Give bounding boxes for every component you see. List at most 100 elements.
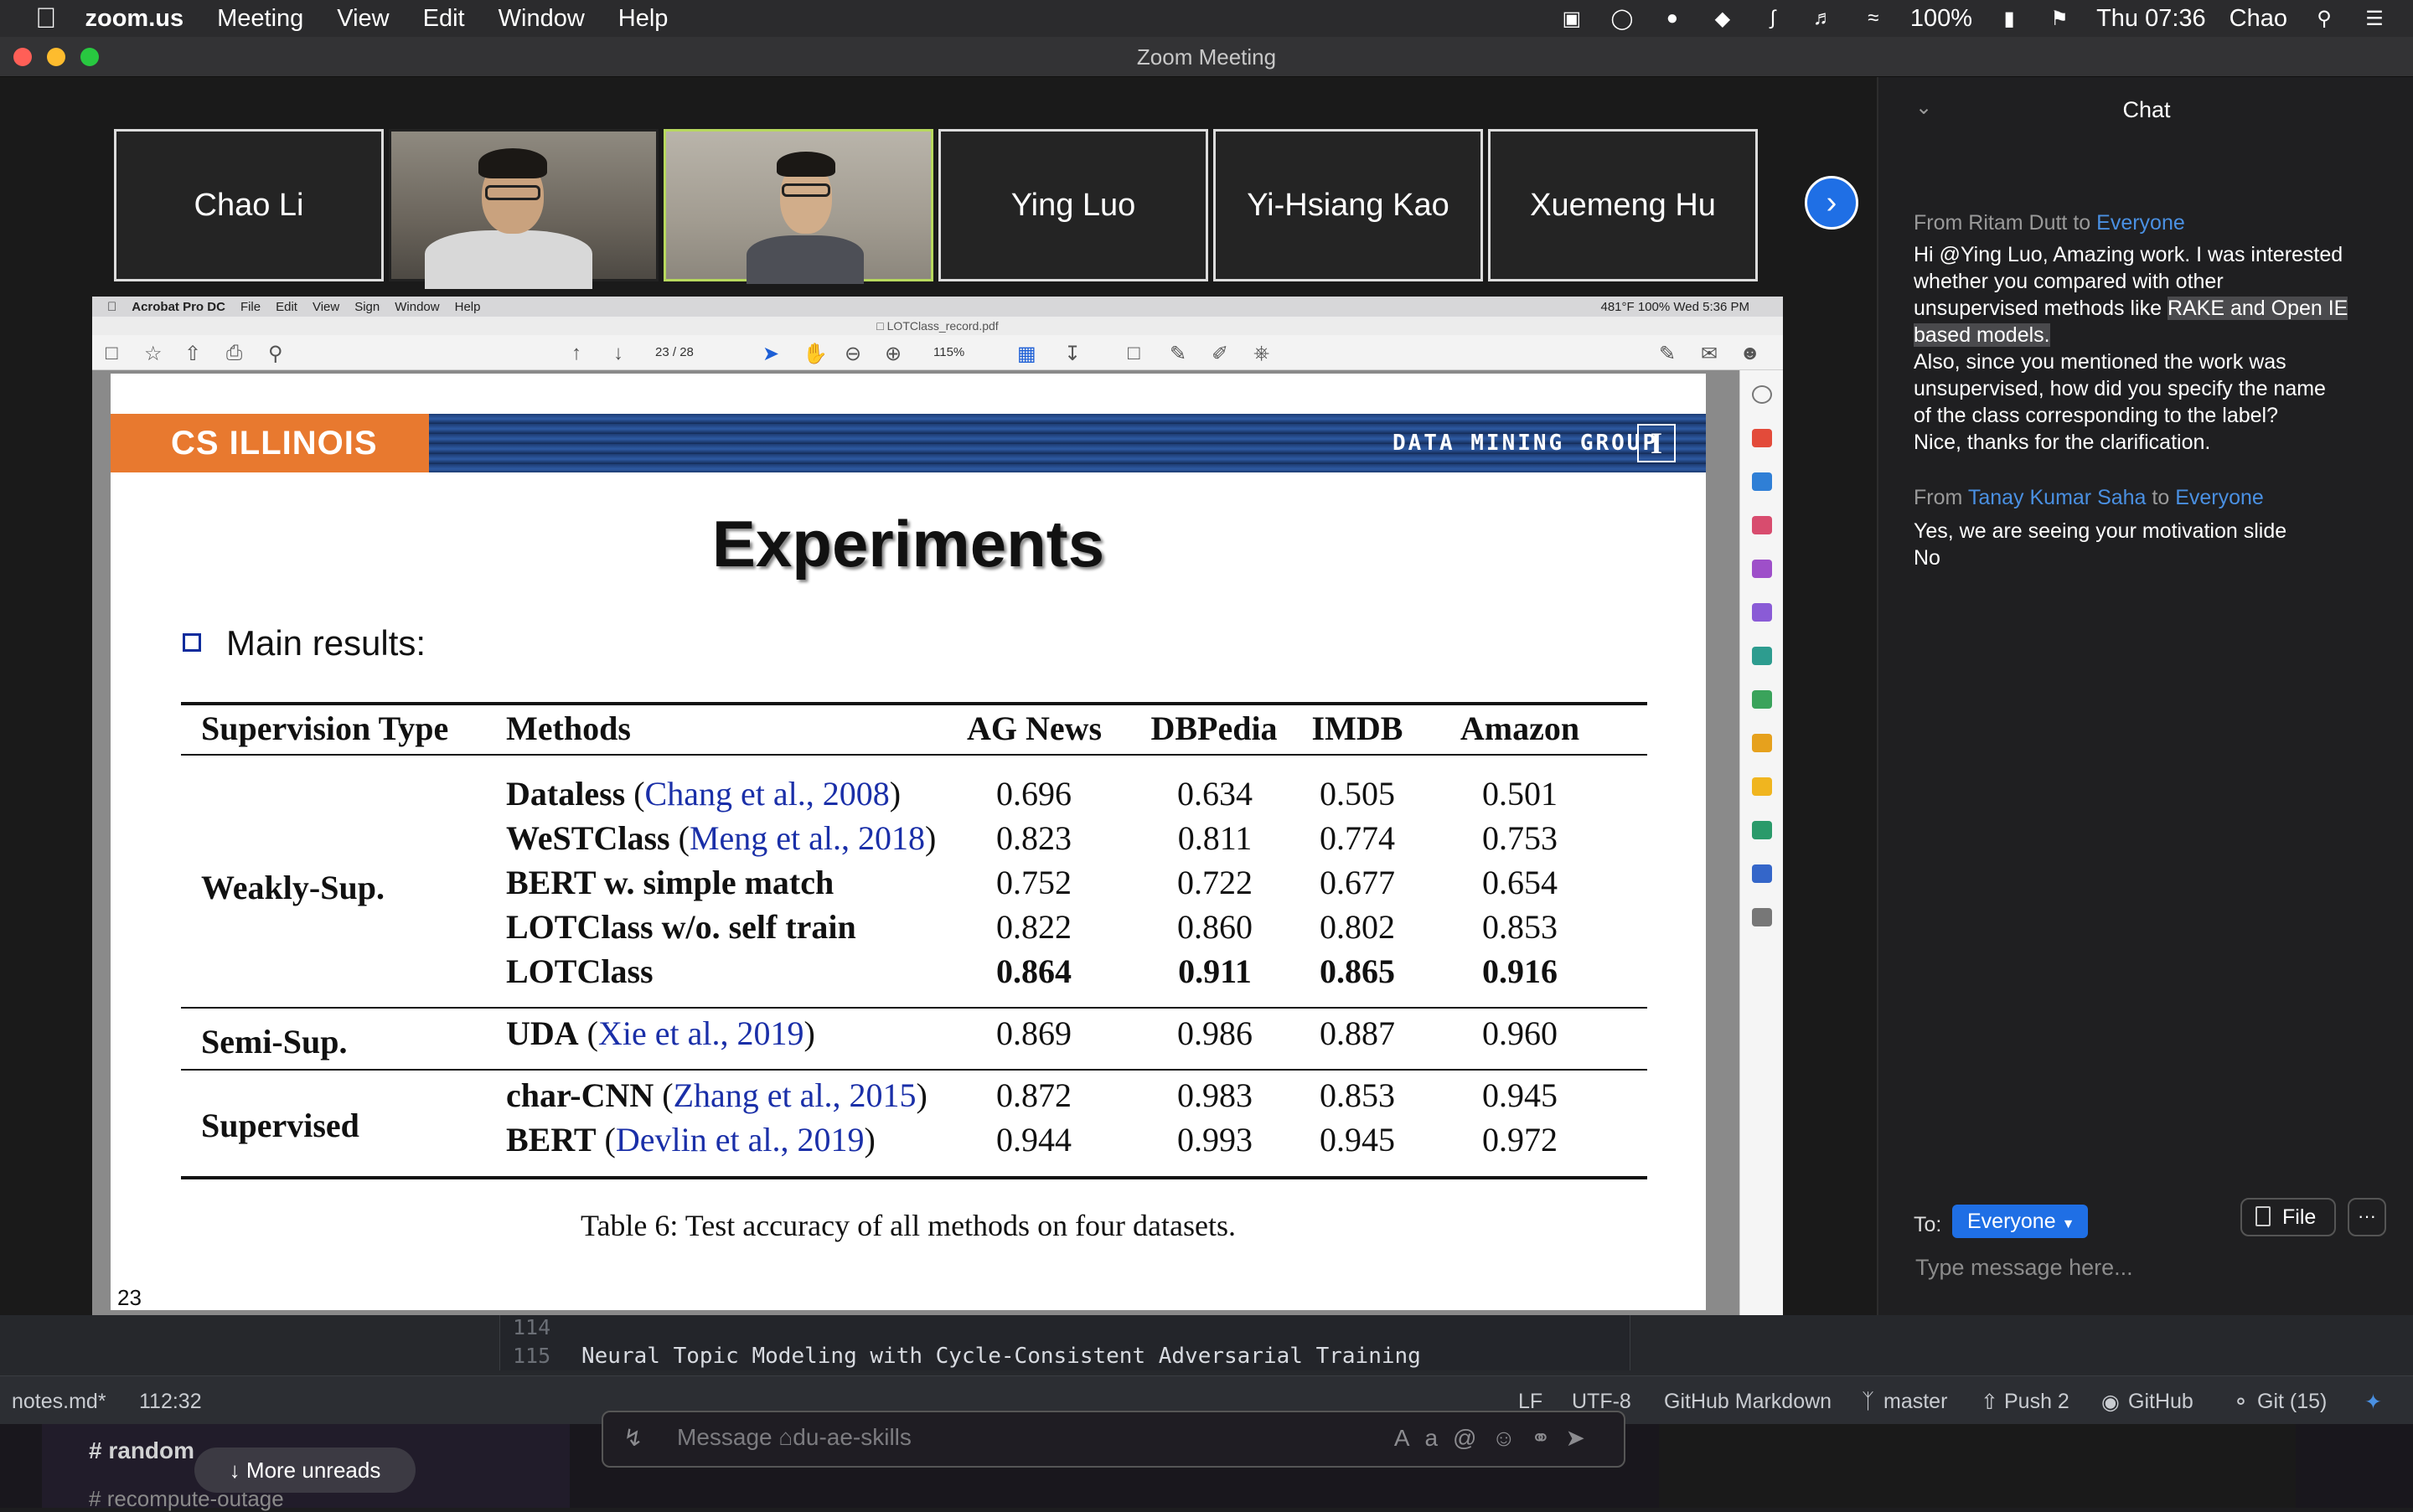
table-header: AG News (967, 710, 1103, 747)
menu-app-name[interactable]: zoom.us (85, 5, 184, 33)
sign-icon: ✐ (1212, 343, 1229, 365)
volume-icon[interactable]: ♬ (1810, 7, 1837, 29)
value-cell: 0.822 (996, 908, 1072, 946)
participant-video-tile[interactable] (389, 129, 659, 289)
menu-meeting[interactable]: Meeting (217, 5, 303, 33)
method-name: BERT (506, 1121, 597, 1159)
battery-icon[interactable]: ▮ (1996, 8, 2023, 30)
citation: Zhang et al., 2015 (673, 1076, 917, 1114)
status-cursor[interactable]: 112:32 (139, 1390, 202, 1414)
chat-line: whether you compared with other (1914, 270, 2224, 293)
window-title: Zoom Meeting (1136, 44, 1277, 70)
tool-annotate-icon (1752, 777, 1772, 796)
slack-composer[interactable]: ↯ Message ⌂du-ae-skills Aa@☺⚭➤ (602, 1411, 1625, 1468)
status-github[interactable]: GitHub (2128, 1390, 2193, 1414)
tool-protect-icon (1752, 864, 1772, 883)
tool-export-pdf-icon (1752, 472, 1772, 491)
value-cell: 0.972 (1482, 1121, 1558, 1159)
value-cell: 0.960 (1482, 1014, 1558, 1052)
window-titlebar: Zoom Meeting (0, 37, 2413, 77)
shield-icon[interactable]: ◆ (1709, 8, 1736, 30)
value-cell-best: 0.911 (1178, 952, 1252, 990)
menu-help[interactable]: Help (618, 5, 669, 33)
method-cell: WeSTClass (Meng et al., 2018) (506, 819, 937, 857)
more-options-button[interactable]: ··· (2348, 1198, 2386, 1236)
table-header-rule (181, 754, 1647, 756)
group-label: Weakly-Sup. (201, 869, 385, 906)
shared-macos-menubar:  Acrobat Pro DC File Edit View Sign Win… (92, 297, 1783, 317)
value-cell: 0.753 (1482, 819, 1558, 857)
code-line[interactable]: Neural Topic Modeling with Cycle-Consist… (581, 1344, 1421, 1369)
value-cell-best: 0.916 (1482, 952, 1558, 990)
value-cell: 0.853 (1320, 1076, 1395, 1114)
recipient-dropdown[interactable]: Everyone ▼ (1952, 1205, 2088, 1238)
bluetooth-icon[interactable]: ∫ (1759, 7, 1786, 29)
status-file[interactable]: notes.md* (12, 1390, 106, 1414)
chat-message-input[interactable] (1915, 1250, 2385, 1285)
dollar-circle-icon[interactable]: ◯ (1609, 8, 1635, 30)
user-name[interactable]: Chao (2230, 5, 2287, 33)
participant-video-tile-active[interactable] (664, 129, 933, 284)
file-button[interactable]: File (2240, 1198, 2336, 1236)
video-glasses (782, 183, 830, 197)
close-window-button[interactable] (13, 48, 32, 66)
sender-name: Tanay Kumar Saha (1967, 486, 2147, 509)
table-header: Methods (506, 710, 631, 747)
status-push[interactable]: Push 2 (2004, 1390, 2069, 1414)
status-grammar[interactable]: GitHub Markdown (1664, 1390, 1832, 1414)
recipient-value: Everyone (1967, 1210, 2056, 1233)
mask-icon[interactable]: ● (1659, 7, 1686, 29)
citation: Devlin et al., 2019 (615, 1121, 865, 1159)
more-unreads-button[interactable]: ↓ More unreads (194, 1447, 416, 1493)
chevron-right-icon: › (1826, 184, 1837, 220)
control-center-icon[interactable]: ☰ (2361, 8, 2388, 30)
input-source-flag-icon[interactable]: ⚑ (2046, 8, 2073, 30)
method-name: char-CNN (506, 1076, 654, 1114)
shared-screen[interactable]:  Acrobat Pro DC File Edit View Sign Win… (92, 297, 1783, 1352)
menu-edit[interactable]: Edit (423, 5, 465, 33)
participant-tile[interactable]: Ying Luo (938, 129, 1208, 281)
status-branch[interactable]: master (1883, 1390, 1947, 1414)
spotlight-search-icon[interactable]: ⚲ (2311, 8, 2338, 30)
value-cell: 0.887 (1320, 1014, 1395, 1052)
banner-group-name: DATA MINING GROUP (1393, 431, 1659, 456)
bird-icon: ✦ (2364, 1391, 2382, 1414)
share-icon: ⎈ (1253, 342, 1270, 364)
method-name: WeSTClass (506, 819, 670, 857)
value-cell: 0.677 (1320, 864, 1395, 901)
next-page-participants-button[interactable]: › (1805, 176, 1858, 230)
zoom-window: Zoom Meeting Chao Li Ying Luo Yi-Hsiang … (0, 37, 2413, 1352)
wifi-icon[interactable]: ≈ (1860, 7, 1887, 29)
menu-view[interactable]: View (337, 5, 389, 33)
zoom-value: 115% (933, 345, 965, 359)
chat-message: Hi @Ying Luo, Amazing work. I was intere… (1914, 241, 2400, 456)
macos-menubar:  zoom.us Meeting View Edit Window Help … (0, 0, 2413, 37)
save-icon: □ (106, 342, 118, 364)
to-word: to (2152, 486, 2170, 509)
mail-icon: ✉ (1701, 343, 1718, 365)
chat-line-highlight: RAKE and Open IE (2167, 297, 2348, 320)
shortcuts-lightning-icon[interactable]: ↯ (623, 1424, 643, 1452)
acrobat-toolbar: □ ☆ ⇧ ⎙ ⚲ ↑ ↓ 23 / 28 ➤ ✋ ⊖ ⊕ 115% ▦ ↧ □… (92, 335, 1783, 370)
status-git[interactable]: Git (15) (2257, 1390, 2327, 1414)
value-cell: 0.872 (996, 1076, 1072, 1114)
slack-channel-random[interactable]: # random (89, 1437, 194, 1464)
participant-tile[interactable]: Xuemeng Hu (1488, 129, 1758, 281)
composer-tools-icons[interactable]: Aa@☺⚭➤ (1394, 1424, 1600, 1452)
value-cell: 0.860 (1177, 908, 1253, 946)
value-cell: 0.853 (1482, 908, 1558, 946)
clock[interactable]: Thu 07:36 (2096, 5, 2206, 33)
citation: Meng et al., 2018 (689, 819, 925, 857)
bullet-square-icon (183, 633, 201, 652)
hash-icon: # (89, 1437, 109, 1463)
caret-down-icon: ▼ (2061, 1217, 2075, 1231)
video-shirt (747, 235, 864, 284)
participant-tile[interactable]: Yi-Hsiang Kao (1213, 129, 1483, 281)
participant-tile[interactable]: Chao Li (114, 129, 384, 281)
apple-menu-icon[interactable]:  (35, 3, 57, 35)
minimize-window-button[interactable] (47, 48, 65, 66)
menu-window[interactable]: Window (499, 5, 585, 33)
video-glasses (485, 185, 540, 200)
zoom-window-button[interactable] (80, 48, 99, 66)
zoom-camera-icon[interactable]: ▣ (1558, 8, 1585, 30)
